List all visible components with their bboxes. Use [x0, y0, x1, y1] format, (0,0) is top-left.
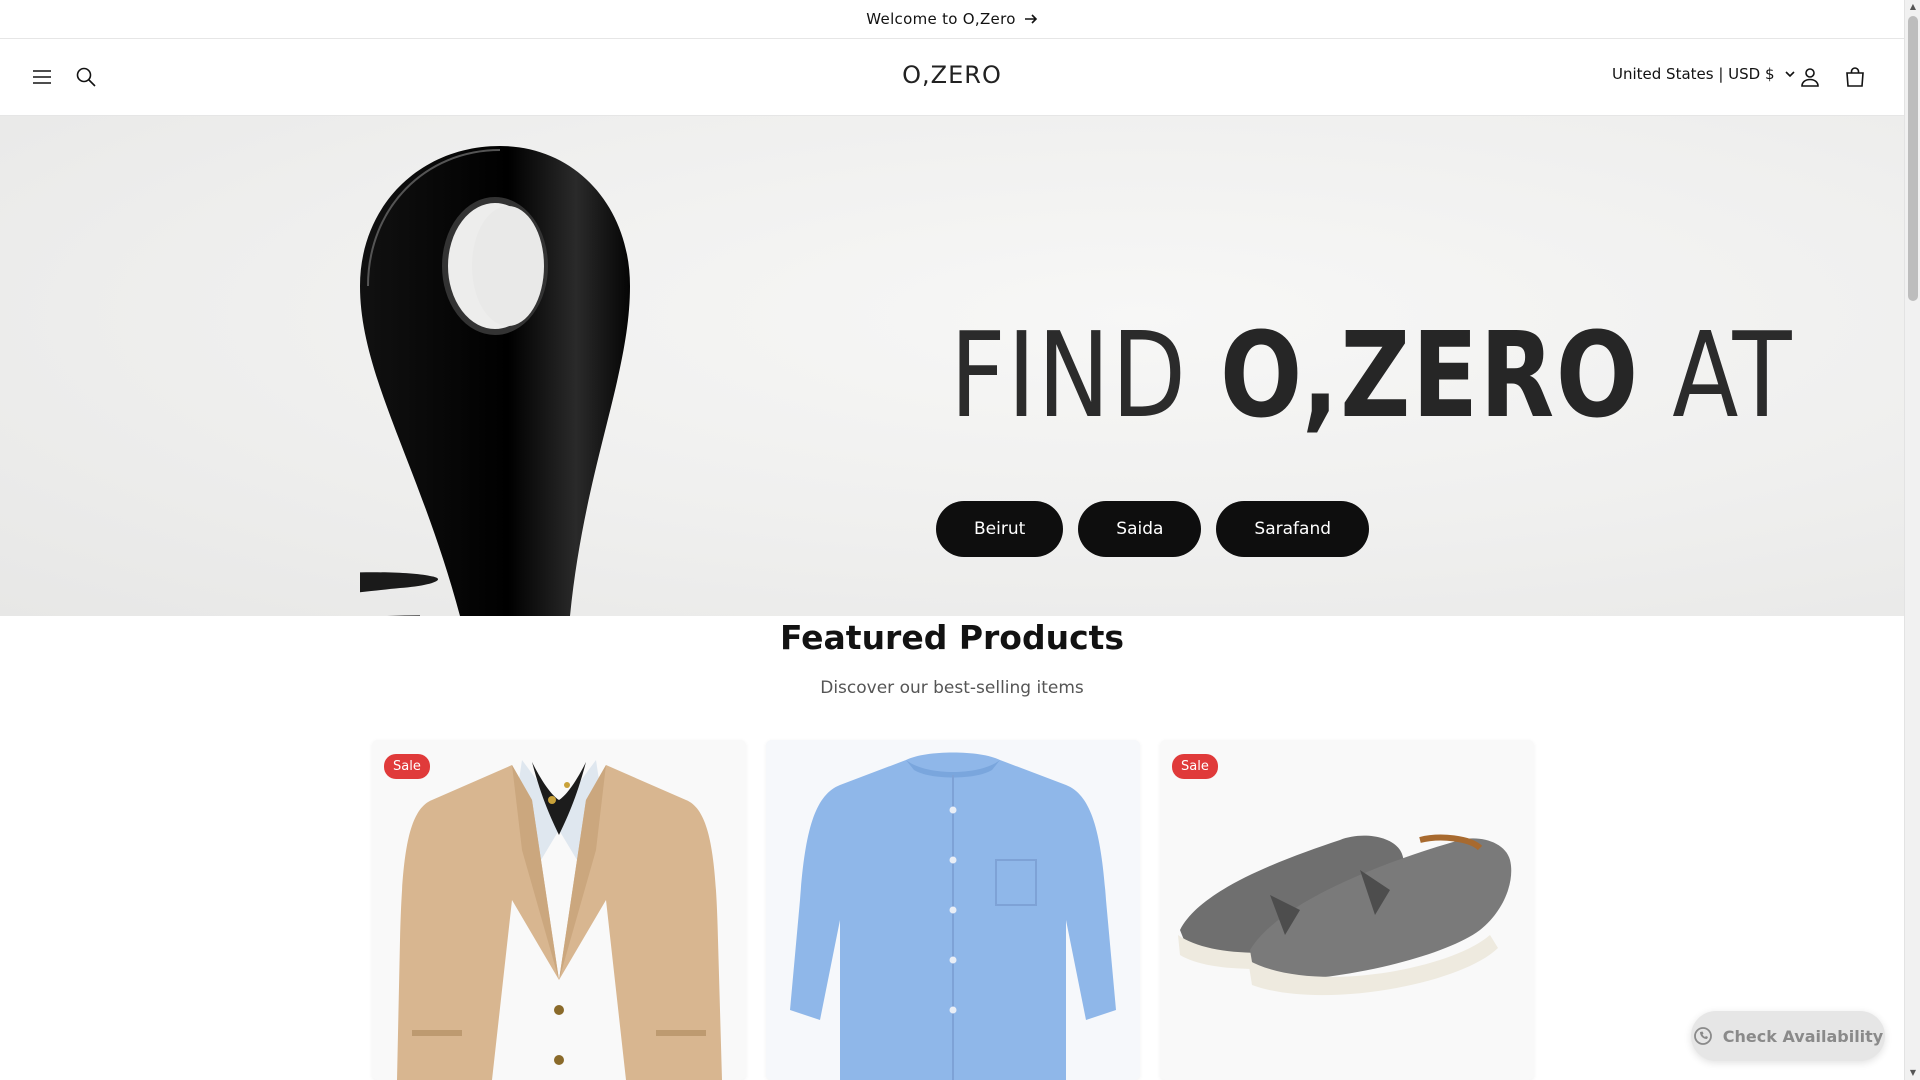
hero-heading: FIND O,ZERO AT [950, 306, 1793, 444]
country-selector[interactable]: United States | USD $ [1612, 65, 1795, 83]
check-availability-label: Check Availability [1722, 1026, 1884, 1046]
location-pin-image [360, 146, 630, 616]
product-image-blazer [372, 740, 746, 1080]
scroll-down-arrow-icon[interactable]: ▼ [1908, 1068, 1918, 1078]
hero-heading-light: FIND [950, 306, 1221, 444]
featured-subtitle: Discover our best-selling items [820, 678, 1084, 698]
product-image-shirt [766, 740, 1140, 1080]
account-icon[interactable] [1794, 61, 1826, 93]
sale-badge: Sale [1172, 754, 1218, 779]
location-button-beirut[interactable]: Beirut [936, 501, 1064, 557]
announcement-link[interactable]: Welcome to O,Zero [866, 10, 1037, 28]
check-availability-button[interactable]: Check Availability [1691, 1011, 1885, 1061]
announcement-bar: Welcome to O,Zero [0, 0, 1904, 39]
product-card[interactable]: Sale [1160, 740, 1534, 1080]
product-card[interactable] [766, 740, 1140, 1080]
whatsapp-icon [1693, 1027, 1712, 1045]
announcement-text: Welcome to O,Zero [866, 10, 1016, 28]
location-buttons: Beirut Saida Sarafand [936, 501, 1370, 557]
location-button-sarafand[interactable]: Sarafand [1216, 501, 1370, 557]
arrow-right-icon [1024, 14, 1037, 24]
featured-title: Featured Products [779, 618, 1125, 657]
hero-heading-end: AT [1639, 306, 1794, 444]
product-image-loafers [1160, 740, 1534, 1080]
product-card[interactable]: Sale [372, 740, 746, 1080]
product-grid: Sale Sale [372, 740, 1534, 1080]
sale-badge: Sale [384, 754, 430, 779]
site-header: O,ZERO United States | USD $ [0, 39, 1904, 116]
scroll-thumb[interactable] [1908, 16, 1918, 301]
cart-icon[interactable] [1839, 61, 1871, 93]
scroll-up-arrow-icon[interactable]: ▲ [1908, 2, 1918, 12]
country-selector-label: United States | USD $ [1612, 65, 1775, 83]
site-logo[interactable]: O,ZERO [902, 61, 1002, 89]
hero-banner: FIND O,ZERO AT Beirut Saida Sarafand [0, 116, 1904, 616]
hero-heading-brand: O,ZERO [1220, 306, 1640, 444]
location-button-saida[interactable]: Saida [1078, 501, 1202, 557]
page-scrollbar[interactable]: ▲ ▼ [1904, 0, 1920, 1080]
